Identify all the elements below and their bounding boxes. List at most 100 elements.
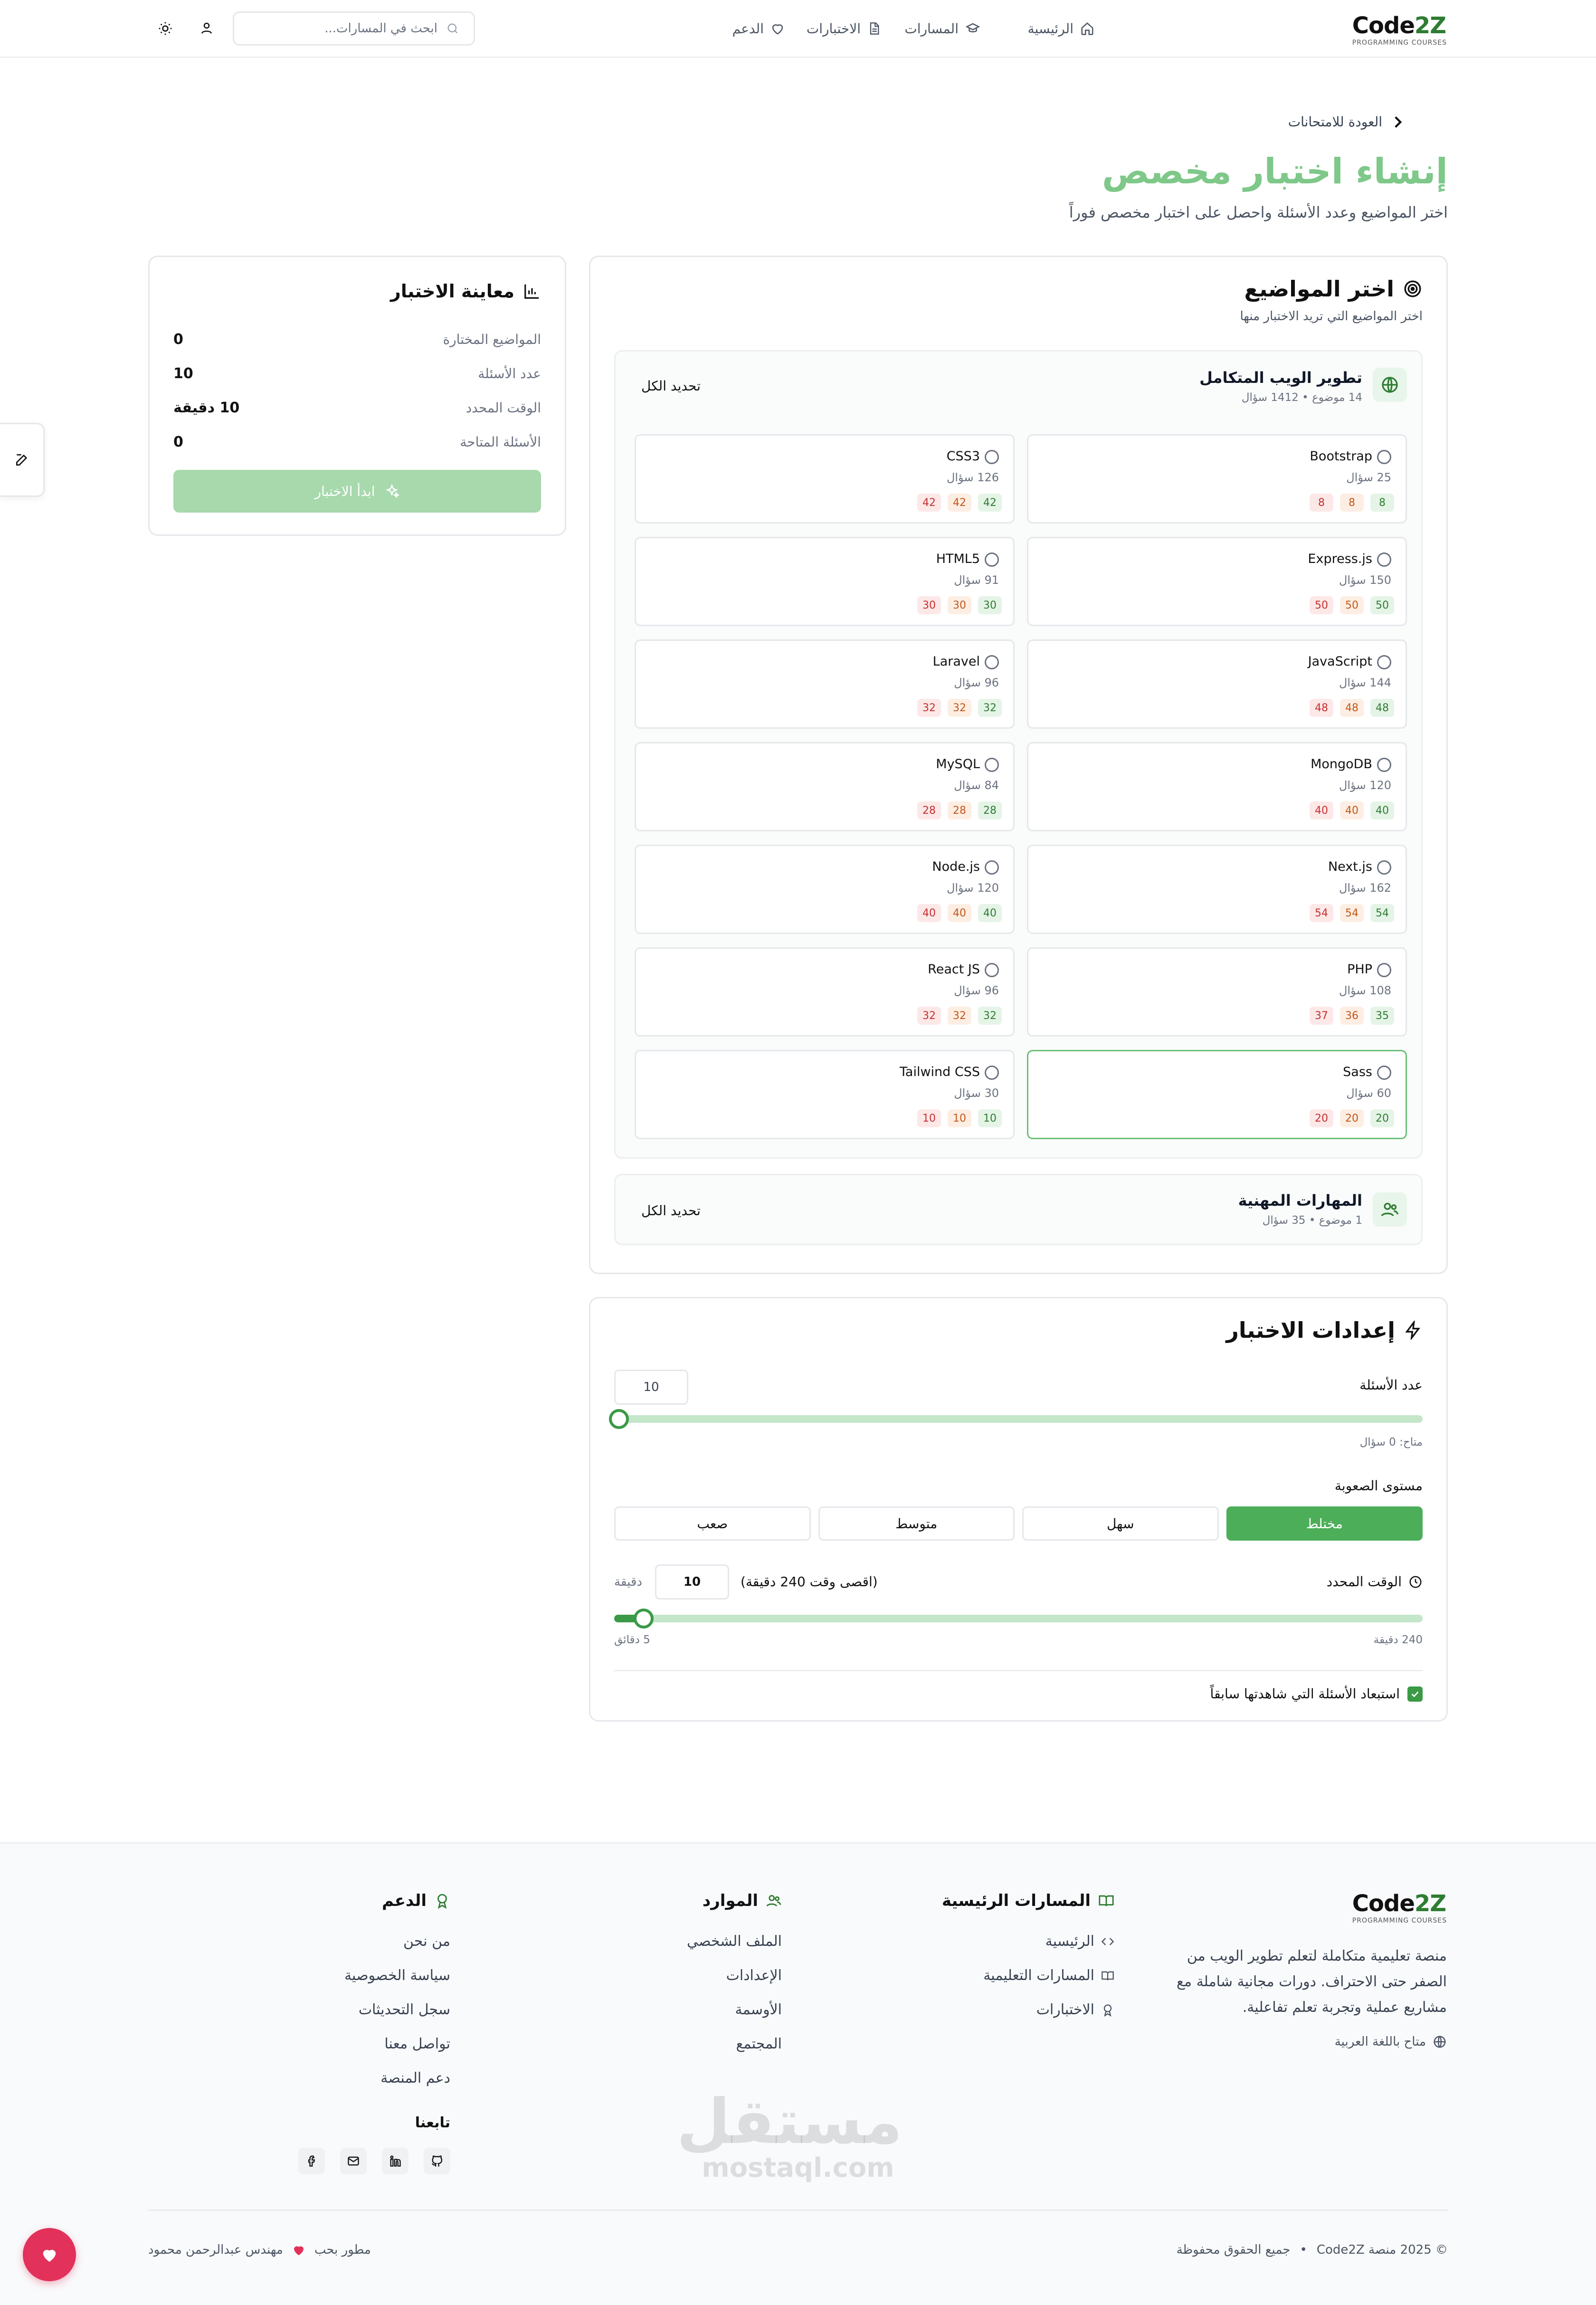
footer-link-about[interactable]: من نحن — [403, 1933, 450, 1950]
topic-card[interactable]: MySQL 84 سؤال 28 28 28 — [635, 742, 1015, 831]
topic-radio[interactable] — [1377, 450, 1391, 464]
topic-radio[interactable] — [1377, 963, 1391, 977]
footer-link-exams[interactable]: الاختبارات — [1036, 2001, 1114, 2018]
footer-link-changelog[interactable]: سجل التحديثات — [359, 2001, 450, 2018]
footer-link-platform-support[interactable]: دعم المنصة — [380, 2070, 450, 2086]
footer-link-profile[interactable]: الملف الشخصي — [687, 1933, 782, 1950]
difficulty-medium-button[interactable]: متوسط — [818, 1506, 1015, 1541]
topic-difficulty-badges: 50 50 50 — [1310, 596, 1394, 614]
document-icon — [867, 21, 881, 36]
group-icon — [1373, 368, 1407, 402]
topic-card[interactable]: React JS 96 سؤال 32 32 32 — [635, 947, 1015, 1037]
linkedin-link[interactable] — [382, 2148, 408, 2174]
topic-radio[interactable] — [1377, 758, 1391, 772]
select-all-button[interactable]: تحديد الكل — [641, 1203, 701, 1219]
topic-card[interactable]: Sass 60 سؤال 20 20 20 — [1027, 1050, 1407, 1139]
topic-radio[interactable] — [985, 1066, 999, 1080]
topic-radio[interactable] — [985, 552, 999, 567]
hard-badge: 32 — [917, 699, 941, 717]
footer-link-community[interactable]: المجتمع — [736, 2036, 782, 2052]
topic-radio[interactable] — [985, 450, 999, 464]
topic-radio[interactable] — [1377, 1066, 1391, 1080]
user-icon — [200, 21, 214, 35]
topic-name: PHP — [1347, 962, 1372, 977]
time-slider-track[interactable] — [614, 1615, 1423, 1622]
email-link[interactable] — [340, 2148, 367, 2174]
exclude-seen-row[interactable]: استبعاد الأسئلة التي شاهدتها سابقاً — [1210, 1686, 1423, 1702]
footer-link-badges[interactable]: الأوسمة — [735, 2001, 782, 2018]
lightning-icon — [1404, 1321, 1423, 1340]
topic-card[interactable]: JavaScript 144 سؤال 48 48 48 — [1027, 639, 1407, 729]
start-quiz-button[interactable]: ابدأ الاختبار — [173, 470, 541, 513]
search-input[interactable]: ابحث في المسارات... — [233, 11, 475, 46]
difficulty-easy-button[interactable]: سهل — [1022, 1506, 1219, 1541]
code-icon — [1101, 1935, 1114, 1948]
topic-card[interactable]: Laravel 96 سؤال 32 32 32 — [635, 639, 1015, 729]
stat-selected-topics: المواضيع المختارة 0 — [173, 331, 541, 348]
side-feedback-tab[interactable] — [0, 423, 45, 497]
footer-tracks-title: المسارات الرئيسية — [941, 1891, 1091, 1910]
easy-badge: 35 — [1370, 1007, 1394, 1025]
questions-count-input[interactable]: 10 — [614, 1370, 688, 1405]
footer-link-privacy[interactable]: سياسة الخصوصية — [344, 1967, 450, 1984]
topic-card[interactable]: Bootstrap 25 سؤال 8 8 8 — [1027, 434, 1407, 524]
time-slider-thumb[interactable] — [634, 1609, 654, 1629]
nav-exams[interactable]: الاختبارات — [807, 19, 881, 38]
topic-radio[interactable] — [985, 963, 999, 977]
topic-grid: Bootstrap 25 سؤال 8 8 8 CSS3 126 سؤال 42 42 42 Exp… — [630, 434, 1407, 1147]
footer-lang: متاح باللغة العربية — [1335, 2035, 1447, 2049]
topic-radio[interactable] — [1377, 552, 1391, 567]
watermark: مستقل mostaql.com — [677, 2091, 902, 2183]
nav-support[interactable]: الدعم — [732, 19, 785, 38]
follow-heading: تابعنا — [415, 2115, 450, 2131]
footer-link-label: الرئيسية — [1045, 1933, 1094, 1950]
theme-toggle-button[interactable] — [158, 21, 173, 36]
github-link[interactable] — [424, 2148, 450, 2174]
support-fab-button[interactable] — [23, 2228, 76, 2281]
stat-label: المواضيع المختارة — [443, 332, 541, 347]
topic-radio[interactable] — [1377, 655, 1391, 669]
exclude-seen-checkbox[interactable] — [1407, 1686, 1423, 1702]
topic-count: 25 سؤال — [1346, 471, 1391, 484]
logo[interactable]: Code2Z PROGRAMMING COURSES — [1352, 12, 1447, 47]
topic-card[interactable]: Node.js 120 سؤال 40 40 40 — [635, 845, 1015, 934]
topic-card[interactable]: PHP 108 سؤال 35 36 37 — [1027, 947, 1407, 1037]
difficulty-hard-button[interactable]: صعب — [614, 1506, 811, 1541]
topic-radio[interactable] — [985, 860, 999, 875]
footer-link-home[interactable]: الرئيسية — [1045, 1933, 1114, 1950]
nav-tracks[interactable]: المسارات — [904, 19, 980, 38]
difficulty-mixed-button[interactable]: مختلط — [1226, 1506, 1423, 1541]
topic-card[interactable]: Next.js 162 سؤال 54 54 54 — [1027, 845, 1407, 934]
topic-count: 30 سؤال — [954, 1086, 999, 1100]
topic-card[interactable]: MongoDB 120 سؤال 40 40 40 — [1027, 742, 1407, 831]
footer-link-contact[interactable]: تواصل معنا — [384, 2036, 450, 2052]
topic-card[interactable]: CSS3 126 سؤال 42 42 42 — [635, 434, 1015, 524]
topic-group-web: تطوير الويب المتكامل 14 موضوع • 1412 سؤا… — [614, 350, 1423, 1159]
footer-link-settings[interactable]: الإعدادات — [726, 1967, 782, 1984]
medium-badge: 42 — [948, 494, 971, 512]
topic-card[interactable]: Express.js 150 سؤال 50 50 50 — [1027, 537, 1407, 626]
user-button[interactable] — [200, 21, 214, 35]
search-icon — [446, 22, 459, 35]
facebook-link[interactable] — [298, 2148, 325, 2174]
nav-home[interactable]: الرئيسية — [1028, 19, 1094, 38]
topic-card[interactable]: Tailwind CSS 30 سؤال 10 10 10 — [635, 1050, 1015, 1139]
questions-slider-track[interactable] — [619, 1415, 1423, 1423]
bar-chart-icon — [523, 282, 541, 300]
topic-radio[interactable] — [985, 655, 999, 669]
topic-radio[interactable] — [1377, 860, 1391, 875]
topic-name: React JS — [928, 962, 980, 977]
topic-card[interactable]: HTML5 91 سؤال 30 30 30 — [635, 537, 1015, 626]
footer-link-tracks[interactable]: المسارات التعليمية — [983, 1967, 1114, 1984]
topic-count: 91 سؤال — [954, 573, 999, 587]
time-input[interactable]: 10 — [655, 1564, 729, 1600]
nav-support-label: الدعم — [732, 20, 764, 37]
easy-badge: 20 — [1370, 1109, 1394, 1127]
back-link[interactable]: العودة للامتحانات — [1288, 114, 1403, 130]
footer-logo[interactable]: Code2Z PROGRAMMING COURSES — [1352, 1890, 1447, 1924]
topic-count: 150 سؤال — [1339, 573, 1391, 587]
topic-radio[interactable] — [985, 758, 999, 772]
questions-slider-thumb[interactable] — [609, 1409, 629, 1429]
easy-badge: 30 — [978, 596, 1002, 614]
select-all-button[interactable]: تحديد الكل — [641, 378, 701, 394]
